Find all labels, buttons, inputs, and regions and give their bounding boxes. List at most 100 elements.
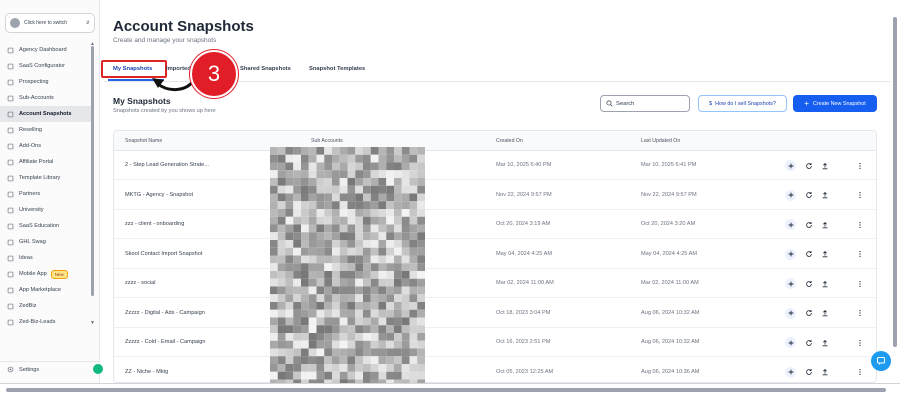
snapshot-name[interactable]: 2 - Step Lead Generation Strate...: [125, 162, 209, 168]
sidebar-item-zedbiz[interactable]: ZedBiz: [0, 298, 92, 314]
upload-icon[interactable]: [819, 367, 830, 378]
column-header-sub-accounts[interactable]: Sub Accounts: [311, 138, 343, 144]
sidebar-item-agency-dashboard[interactable]: Agency Dashboard: [0, 42, 92, 58]
how-to-sell-button[interactable]: $ How do I sell Snapshots?: [698, 95, 787, 112]
pixel-tile: [332, 224, 340, 233]
horizontal-scrollbar[interactable]: [6, 388, 886, 392]
more-vertical-icon[interactable]: [854, 219, 865, 230]
table-row[interactable]: MKTG - Agency - Snapshot Nov 22, 2024 9:5…: [114, 181, 876, 210]
search-input[interactable]: Search: [600, 95, 690, 112]
sidebar-item-account-snapshots[interactable]: Account Snapshots: [0, 106, 92, 122]
sidebar-item-saas-configurator[interactable]: SaaS Configurator: [0, 58, 92, 74]
add-icon[interactable]: [785, 278, 796, 289]
add-icon[interactable]: [785, 337, 796, 348]
table-row[interactable]: zzzz - social Mar 02, 2024 11:00 AM Mar 02…: [114, 269, 876, 298]
column-header-name[interactable]: Snapshot Name: [125, 138, 162, 144]
refresh-icon[interactable]: [803, 190, 814, 201]
refresh-icon[interactable]: [803, 308, 814, 319]
upload-icon[interactable]: [819, 160, 830, 171]
sidebar-item-template-library[interactable]: Template Library: [0, 170, 92, 186]
sidebar-item-mobile-app[interactable]: Mobile App New: [0, 266, 92, 282]
page-scrollbar[interactable]: [893, 17, 897, 347]
sidebar-item-reselling[interactable]: Reselling: [0, 122, 92, 138]
pixel-tile: [394, 209, 402, 217]
sidebar-item-affiliate-portal[interactable]: Affiliate Portal: [0, 154, 92, 170]
avatar[interactable]: [93, 364, 103, 374]
refresh-icon[interactable]: [803, 219, 814, 230]
sidebar-item-prospecting[interactable]: Prospecting: [0, 74, 92, 90]
table-row[interactable]: Zzzzz - Cold - Email - Campaign Oct 16, 2…: [114, 328, 876, 357]
more-vertical-icon[interactable]: [854, 160, 865, 171]
table-row[interactable]: Skool Contact Import Snapshot May 04, 202…: [114, 240, 876, 269]
more-vertical-icon[interactable]: [854, 249, 865, 260]
snapshot-name[interactable]: Zzzzz - Digital - Ads - Campaign: [125, 310, 205, 316]
pixel-tile: [409, 286, 418, 295]
pixel-tile: [277, 317, 286, 326]
snapshot-name[interactable]: MKTG - Agency - Snapshot: [125, 192, 193, 198]
pixel-tile: [347, 247, 356, 256]
tab-shared-snapshots[interactable]: Shared Snapshots: [240, 66, 291, 72]
table-row[interactable]: 2 - Step Lead Generation Strate... Mar 10…: [114, 151, 876, 180]
refresh-icon[interactable]: [803, 367, 814, 378]
table-row[interactable]: ZZ - Niche - Mktg Oct 05, 2023 12:25 AM Au…: [114, 358, 876, 383]
snapshot-name[interactable]: zzz - client - onboarding: [125, 221, 184, 227]
add-icon[interactable]: [785, 189, 796, 201]
create-snapshot-button[interactable]: + Create New Snapshot: [793, 95, 877, 112]
account-switcher[interactable]: Click here to switch ⇵: [5, 13, 95, 33]
add-icon[interactable]: [785, 248, 796, 260]
sidebar-item-app-marketplace[interactable]: App Marketplace: [0, 282, 92, 298]
refresh-icon[interactable]: [803, 160, 814, 171]
pixel-tile: [332, 294, 340, 302]
snapshot-name[interactable]: ZZ - Niche - Mktg: [125, 369, 168, 375]
sidebar-item-settings[interactable]: Settings: [0, 361, 100, 377]
snapshot-name[interactable]: Zzzzz - Cold - Email - Campaign: [125, 339, 206, 345]
sidebar-item-add-ons[interactable]: Add-Ons: [0, 138, 92, 154]
refresh-icon[interactable]: [803, 249, 814, 260]
refresh-icon[interactable]: [803, 337, 814, 348]
tab-snapshot-templates[interactable]: Snapshot Templates: [309, 66, 365, 72]
upload-icon[interactable]: [819, 219, 830, 230]
table-row[interactable]: Zzzzz - Digital - Ads - Campaign Oct 18, …: [114, 299, 876, 328]
sidebar-item-zed-biz-leads[interactable]: Zed-Biz-Leads: [0, 314, 92, 330]
sidebar-item-saas-education[interactable]: SaaS Education: [0, 218, 92, 234]
table-row[interactable]: zzz - client - onboarding Oct 20, 2024 3:…: [114, 210, 876, 239]
sidebar-scrollbar[interactable]: [91, 46, 94, 296]
add-icon[interactable]: [785, 219, 796, 230]
pixel-tile: [417, 147, 425, 155]
sidebar-item-partners[interactable]: Partners: [0, 186, 92, 202]
upload-icon[interactable]: [819, 337, 830, 348]
add-icon[interactable]: [785, 307, 796, 319]
pixel-tile: [301, 340, 309, 349]
upload-icon[interactable]: [819, 308, 830, 319]
add-icon[interactable]: [785, 366, 796, 378]
sidebar-item-ghl-swag[interactable]: GHL Swag: [0, 234, 92, 250]
column-header-updated[interactable]: Last Updated On: [641, 138, 680, 144]
help-chat-button[interactable]: [871, 351, 891, 371]
snapshots-icon: [7, 111, 14, 118]
pixel-tile: [363, 317, 371, 326]
pixel-tile: [308, 348, 317, 357]
sidebar-item-ideas[interactable]: Ideas: [0, 250, 92, 266]
add-icon[interactable]: [785, 160, 796, 171]
sidebar-item-university[interactable]: University: [0, 202, 92, 218]
sidebar-item-sub-accounts[interactable]: Sub-Accounts: [0, 90, 92, 106]
pixel-tile: [285, 271, 294, 279]
pixel-tile: [270, 271, 278, 279]
upload-icon[interactable]: [819, 190, 830, 201]
more-vertical-icon[interactable]: [854, 308, 865, 319]
more-vertical-icon[interactable]: [854, 190, 865, 201]
snapshot-name[interactable]: zzzz - social: [125, 280, 155, 286]
more-vertical-icon[interactable]: [854, 278, 865, 289]
pixel-tile: [363, 309, 371, 318]
snapshot-name[interactable]: Skool Contact Import Snapshot: [125, 251, 202, 257]
refresh-icon[interactable]: [803, 278, 814, 289]
column-header-created[interactable]: Created On: [496, 138, 523, 144]
pixel-tile: [277, 371, 286, 380]
upload-icon[interactable]: [819, 278, 830, 289]
pixel-tile: [308, 333, 317, 341]
upload-icon[interactable]: [819, 249, 830, 260]
tab-my-snapshots[interactable]: My Snapshots: [113, 66, 152, 72]
sidebar-scroll-down-icon[interactable]: ▼: [90, 320, 95, 326]
more-vertical-icon[interactable]: [854, 367, 865, 378]
more-vertical-icon[interactable]: [854, 337, 865, 348]
